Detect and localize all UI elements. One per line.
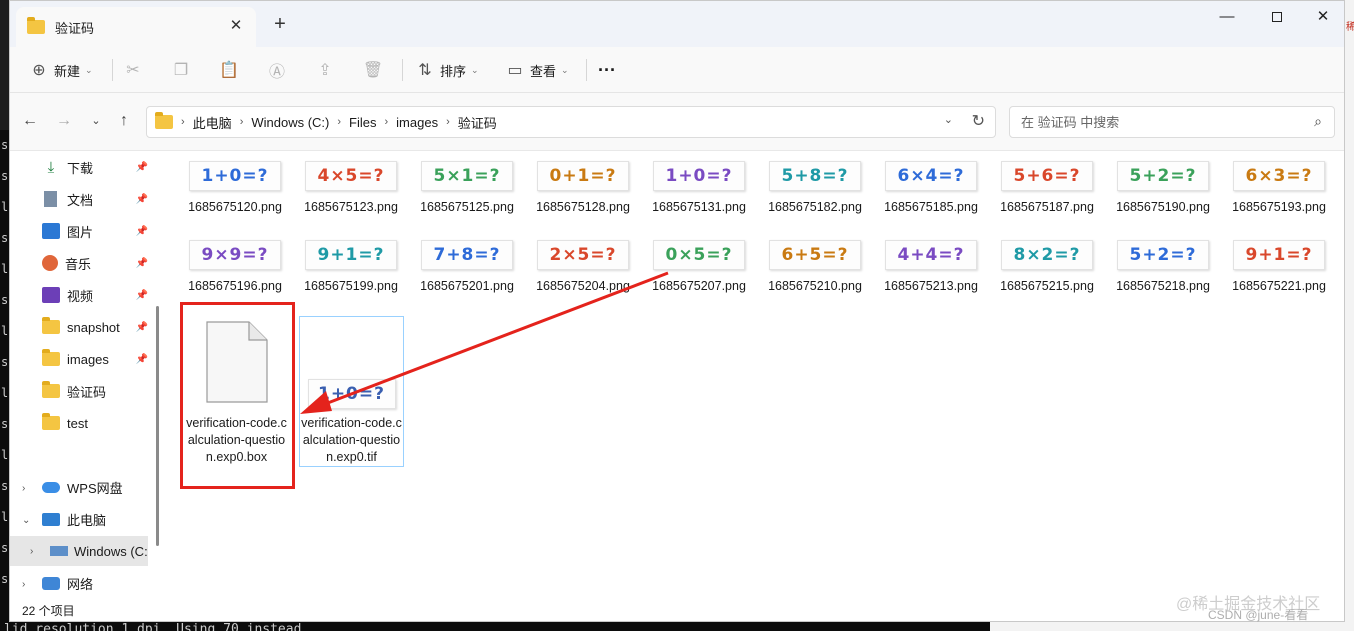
status-bar: 22 个项目 <box>10 599 1344 621</box>
file-explorer-window: 验证码 ✕ + — ✕ ⊕ 新建 ⌄ ✂ ❐ 📋 Ⓐ ⇪ 🗑 ⇅ 排序 ⌄ ▭ … <box>9 0 1345 622</box>
annotation-arrow <box>300 271 669 414</box>
item-count: 22 个项目 <box>22 604 75 618</box>
background-window-edge: 稀 <box>1345 0 1354 631</box>
background-terminal: sslslslslslslss <box>0 130 9 630</box>
watermark: CSDN @june-看看 <box>1208 608 1309 622</box>
